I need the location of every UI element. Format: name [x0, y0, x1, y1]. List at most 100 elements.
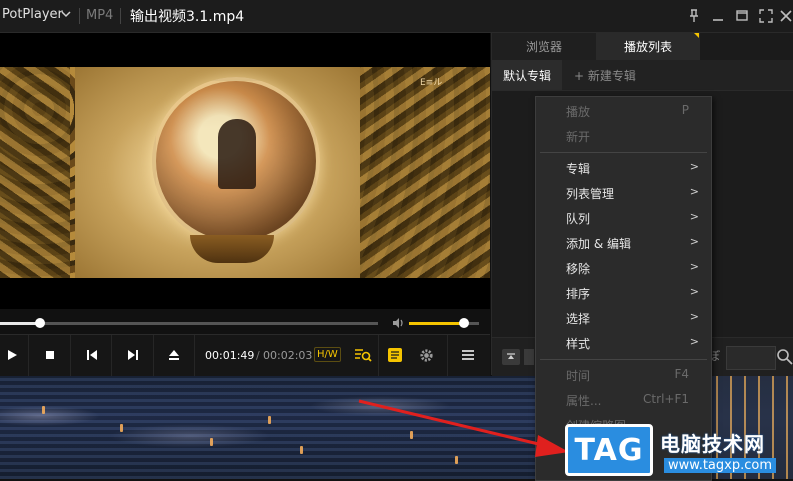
play-button[interactable] — [1, 344, 23, 366]
menu-item-play[interactable]: 播放 P — [536, 99, 711, 123]
menu-item-new-open[interactable]: 新开 — [536, 124, 711, 148]
video-frame[interactable]: E≡ル — [0, 67, 490, 278]
menu-item-time[interactable]: 时间 F4 — [536, 363, 711, 387]
gear-icon — [419, 348, 433, 362]
chevron-down-icon[interactable] — [60, 7, 72, 21]
stop-button[interactable] — [39, 344, 61, 366]
preview-light — [42, 406, 45, 414]
fullscreen-icon[interactable] — [756, 6, 776, 26]
menu-item-label: 专辑 — [566, 162, 591, 176]
menu-item-label: 移除 — [566, 262, 591, 276]
previous-button[interactable] — [81, 344, 103, 366]
menu-separator — [540, 152, 707, 153]
submenu-arrow-icon: > — [689, 235, 699, 248]
tag-logo: TAG — [565, 424, 653, 476]
menu-item-select[interactable]: 选择 > — [536, 306, 711, 330]
submenu-arrow-icon: > — [689, 310, 699, 323]
menu-item-queue[interactable]: 队列 > — [536, 206, 711, 230]
main-menu-button[interactable] — [457, 344, 479, 366]
title-separator — [120, 8, 121, 24]
menu-item-style[interactable]: 样式 > — [536, 331, 711, 355]
maximize-icon[interactable] — [732, 6, 752, 26]
menu-item-label: 队列 — [566, 212, 591, 226]
pin-icon[interactable] — [684, 6, 704, 26]
control-separator — [378, 335, 379, 376]
album-bar: 默认专辑 + 新建专辑 — [492, 60, 793, 91]
skip-next-icon — [128, 350, 138, 360]
site-url: www.tagxp.com — [664, 458, 776, 473]
playlist-icon — [388, 348, 402, 362]
control-separator — [194, 335, 195, 376]
next-button[interactable] — [122, 344, 144, 366]
tab-browser[interactable]: 浏览器 — [492, 33, 596, 60]
volume-icon[interactable] — [391, 316, 405, 330]
submenu-arrow-icon: > — [689, 210, 699, 223]
close-icon[interactable] — [776, 6, 793, 26]
seek-handle[interactable] — [35, 318, 46, 328]
menu-item-album[interactable]: 专辑 > — [536, 156, 711, 180]
settings-button[interactable] — [415, 344, 437, 366]
eject-button[interactable] — [163, 344, 185, 366]
menu-item-add-edit[interactable]: 添加 & 编辑 > — [536, 231, 711, 255]
tab-playlist[interactable]: 播放列表 — [596, 33, 700, 60]
volume-slider-fill — [409, 322, 465, 325]
video-watermark: E≡ル — [420, 78, 443, 88]
menu-item-shortcut: F4 — [674, 367, 689, 381]
submenu-arrow-icon: > — [689, 160, 699, 173]
menu-item-label: 新开 — [566, 130, 591, 144]
new-album-button[interactable]: + 新建专辑 — [574, 67, 636, 84]
stop-icon — [46, 351, 54, 359]
seek-bar[interactable] — [0, 318, 378, 328]
time-total: 00:02:03 — [263, 349, 313, 362]
menu-item-list-management[interactable]: 列表管理 > — [536, 181, 711, 205]
menu-item-label: 添加 & 编辑 — [566, 237, 631, 251]
eject-icon — [169, 350, 179, 360]
time-separator: / — [256, 349, 260, 362]
menu-item-label: 样式 — [566, 337, 591, 351]
menu-item-label: 列表管理 — [566, 187, 615, 201]
playlist-search-input[interactable] — [726, 346, 776, 370]
video-pattern — [360, 67, 490, 278]
control-separator — [153, 335, 154, 376]
skip-previous-icon — [87, 350, 97, 360]
menu-separator — [540, 359, 707, 360]
playlist-search-button[interactable] — [352, 344, 374, 366]
volume-handle[interactable] — [459, 318, 470, 328]
title-separator — [79, 8, 80, 24]
seek-bar-fill — [0, 322, 41, 325]
submenu-arrow-icon: > — [689, 185, 699, 198]
menu-item-sort[interactable]: 排序 > — [536, 281, 711, 305]
hw-decoder-button[interactable]: H/W — [314, 347, 341, 362]
move-top-icon — [507, 353, 515, 359]
minimize-icon[interactable] — [708, 6, 728, 26]
menu-item-shortcut: Ctrl+F1 — [643, 392, 689, 406]
playlist-toggle-button[interactable] — [384, 344, 406, 366]
control-separator — [28, 335, 29, 376]
menu-item-label: 播放 — [566, 105, 591, 119]
search-icon[interactable] — [776, 348, 793, 366]
menu-item-remove[interactable]: 移除 > — [536, 256, 711, 280]
submenu-arrow-icon: > — [689, 335, 699, 348]
move-top-button[interactable] — [502, 349, 520, 365]
video-figure — [218, 119, 256, 189]
control-separator — [447, 335, 448, 376]
volume-slider[interactable] — [409, 318, 479, 328]
app-menu-button[interactable]: PotPlayer — [2, 7, 63, 22]
album-default-tab[interactable]: 默认专辑 — [492, 60, 562, 90]
active-tab-marker — [694, 33, 699, 38]
preview-light — [120, 424, 123, 432]
menu-item-label: 时间 — [566, 369, 591, 383]
control-bar: 00:01:49 / 00:02:03 H/W — [0, 334, 490, 376]
preview-light — [268, 416, 271, 424]
preview-light — [210, 438, 213, 446]
hamburger-menu-icon — [462, 350, 474, 360]
play-icon — [8, 350, 17, 360]
submenu-arrow-icon: > — [689, 260, 699, 273]
list-search-icon — [355, 349, 372, 362]
time-current: 00:01:49 — [205, 349, 255, 362]
preview-light — [300, 446, 303, 454]
control-separator — [70, 335, 71, 376]
video-pattern — [0, 67, 70, 278]
menu-item-label: 排序 — [566, 287, 591, 301]
toolbar-button[interactable] — [524, 349, 534, 365]
